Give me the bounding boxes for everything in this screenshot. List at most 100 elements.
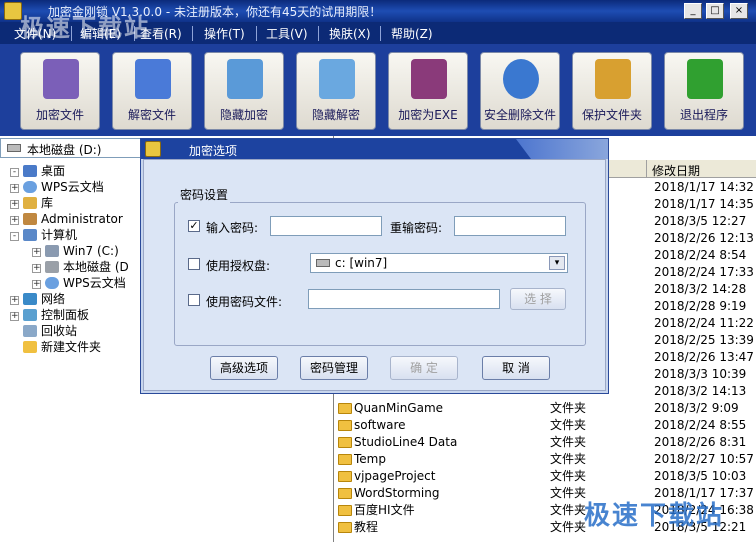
- key-file-checkbox[interactable]: [188, 294, 200, 306]
- toolbar: 加密文件 解密文件 隐藏加密 隐藏解密 加密为EXE 安全删除文件 保护文件夹 …: [0, 44, 756, 136]
- close-button[interactable]: ×: [730, 3, 748, 19]
- repeat-password-input[interactable]: [454, 216, 566, 236]
- tree-item-network[interactable]: + 网络: [10, 291, 65, 307]
- folder-icon: [338, 471, 352, 482]
- file-date: 2018/2/24 8:54: [654, 248, 747, 262]
- drive-icon: [7, 144, 21, 152]
- encrypt-exe-button[interactable]: 加密为EXE: [388, 52, 468, 130]
- menu-tools[interactable]: 工具(V): [266, 25, 308, 42]
- expand-icon[interactable]: +: [10, 200, 19, 209]
- tree-item-recycle-bin[interactable]: 回收站: [23, 323, 77, 339]
- file-row[interactable]: StudioLine4 Data 文件夹 2018/2/26 8:31: [334, 434, 756, 451]
- tree-item-wps-cloud[interactable]: + WPS云文档: [10, 179, 104, 195]
- encrypt-book-icon: [43, 59, 79, 99]
- file-date: 2018/3/5 12:27: [654, 214, 747, 228]
- decrypt-file-button[interactable]: 解密文件: [112, 52, 192, 130]
- tree-item-label: Administrator: [41, 212, 123, 226]
- file-row[interactable]: QuanMinGame 文件夹 2018/3/2 9:09: [334, 400, 756, 417]
- dialog-title: 加密选项: [189, 144, 238, 158]
- control-panel-icon: [23, 309, 37, 321]
- toolbar-label: 保护文件夹: [581, 108, 642, 122]
- decrypt-book-icon: [135, 59, 171, 99]
- collapse-icon[interactable]: -: [10, 168, 19, 177]
- column-divider: [646, 160, 647, 178]
- tree-item-control-panel[interactable]: + 控制面板: [10, 307, 89, 323]
- file-date: 2018/2/26 13:47: [654, 350, 754, 364]
- password-input[interactable]: [270, 216, 382, 236]
- file-date: 2018/1/17 14:32: [654, 180, 754, 194]
- expand-icon[interactable]: +: [10, 312, 19, 321]
- tree-item-new-folder[interactable]: 新建文件夹: [23, 339, 101, 355]
- auth-disk-checkbox[interactable]: [188, 258, 200, 270]
- expand-icon[interactable]: +: [10, 184, 19, 193]
- file-date: 2018/2/24 11:22: [654, 316, 754, 330]
- menu-help[interactable]: 帮助(Z): [391, 25, 433, 42]
- expand-icon[interactable]: +: [32, 280, 41, 289]
- toolbar-label: 退出程序: [679, 108, 728, 122]
- tree-item-desktop[interactable]: - 桌面: [10, 163, 65, 179]
- file-date: 2018/3/2 14:28: [654, 282, 747, 296]
- exit-arrow-icon: [687, 59, 723, 99]
- drive-selector-value: 本地磁盘 (D:): [27, 143, 102, 157]
- collapse-icon[interactable]: -: [10, 232, 19, 241]
- expand-icon[interactable]: +: [32, 248, 41, 257]
- expand-icon[interactable]: +: [10, 296, 19, 305]
- file-name: QuanMinGame: [354, 401, 444, 415]
- tree-item-label: 回收站: [41, 324, 78, 338]
- tree-item-d-drive[interactable]: + 本地磁盘 (D: [32, 259, 129, 275]
- menu-skin[interactable]: 换肤(X): [329, 25, 371, 42]
- expand-icon[interactable]: +: [32, 264, 41, 273]
- expand-icon[interactable]: +: [10, 216, 19, 225]
- file-row[interactable]: software 文件夹 2018/2/24 8:55: [334, 417, 756, 434]
- user-icon: [23, 213, 37, 225]
- tree-item-label: 新建文件夹: [41, 340, 102, 354]
- protect-folder-button[interactable]: 保护文件夹: [572, 52, 652, 130]
- file-name: 教程: [354, 520, 379, 534]
- tree-item-label: WPS云文档: [41, 180, 104, 194]
- menu-operation[interactable]: 操作(T): [204, 25, 245, 42]
- password-label: 输入密码:: [206, 221, 259, 235]
- password-checkbox[interactable]: ✓: [188, 220, 200, 232]
- minimize-button[interactable]: _: [684, 3, 702, 19]
- file-row[interactable]: Temp 文件夹 2018/2/27 10:57: [334, 451, 756, 468]
- advanced-options-button[interactable]: 高级选项: [210, 356, 278, 380]
- tree-item-label: 本地磁盘 (D: [63, 260, 129, 274]
- auth-disk-select[interactable]: c: [win7] ▾: [310, 253, 568, 273]
- file-name: 百度HI文件: [354, 503, 415, 517]
- tree-item-library[interactable]: + 库: [10, 195, 53, 211]
- choose-button[interactable]: 选 择: [510, 288, 566, 310]
- file-row[interactable]: vjpageProject 文件夹 2018/3/5 10:03: [334, 468, 756, 485]
- tree-item-label: Win7 (C:): [63, 244, 119, 258]
- cancel-button[interactable]: 取 消: [482, 356, 550, 380]
- column-header-date[interactable]: 修改日期: [652, 162, 700, 179]
- hide-drive-key-icon: [319, 59, 355, 99]
- safe-delete-button[interactable]: 安全删除文件: [480, 52, 560, 130]
- ok-button[interactable]: 确 定: [390, 356, 458, 380]
- file-type: 文件夹: [550, 486, 587, 500]
- key-file-label: 使用密码文件:: [206, 295, 283, 309]
- chevron-down-icon[interactable]: ▾: [549, 256, 565, 270]
- hide-decrypt-button[interactable]: 隐藏解密: [296, 52, 376, 130]
- file-date: 2018/2/24 17:33: [654, 265, 754, 279]
- menu-separator: [380, 26, 381, 41]
- tree-item-c-drive[interactable]: + Win7 (C:): [32, 243, 119, 259]
- file-type: 文件夹: [550, 401, 587, 415]
- encrypt-file-button[interactable]: 加密文件: [20, 52, 100, 130]
- toolbar-label: 隐藏解密: [311, 108, 360, 122]
- toolbar-label: 隐藏加密: [219, 108, 268, 122]
- drive-icon: [45, 261, 59, 273]
- system-drive-icon: [45, 245, 59, 257]
- safe-delete-icon: [503, 59, 539, 99]
- maximize-button[interactable]: □: [706, 3, 724, 19]
- tree-item-computer[interactable]: - 计算机: [10, 227, 77, 243]
- group-title: 密码设置: [178, 186, 231, 203]
- file-date: 2018/2/26 12:13: [654, 231, 754, 245]
- folder-icon: [338, 454, 352, 465]
- key-file-input[interactable]: [308, 289, 500, 309]
- library-icon: [23, 197, 37, 209]
- password-manage-button[interactable]: 密码管理: [300, 356, 368, 380]
- exit-button[interactable]: 退出程序: [664, 52, 744, 130]
- tree-item-administrator[interactable]: + Administrator: [10, 211, 123, 227]
- tree-item-wps-cloud-2[interactable]: + WPS云文档: [32, 275, 126, 291]
- hide-encrypt-button[interactable]: 隐藏加密: [204, 52, 284, 130]
